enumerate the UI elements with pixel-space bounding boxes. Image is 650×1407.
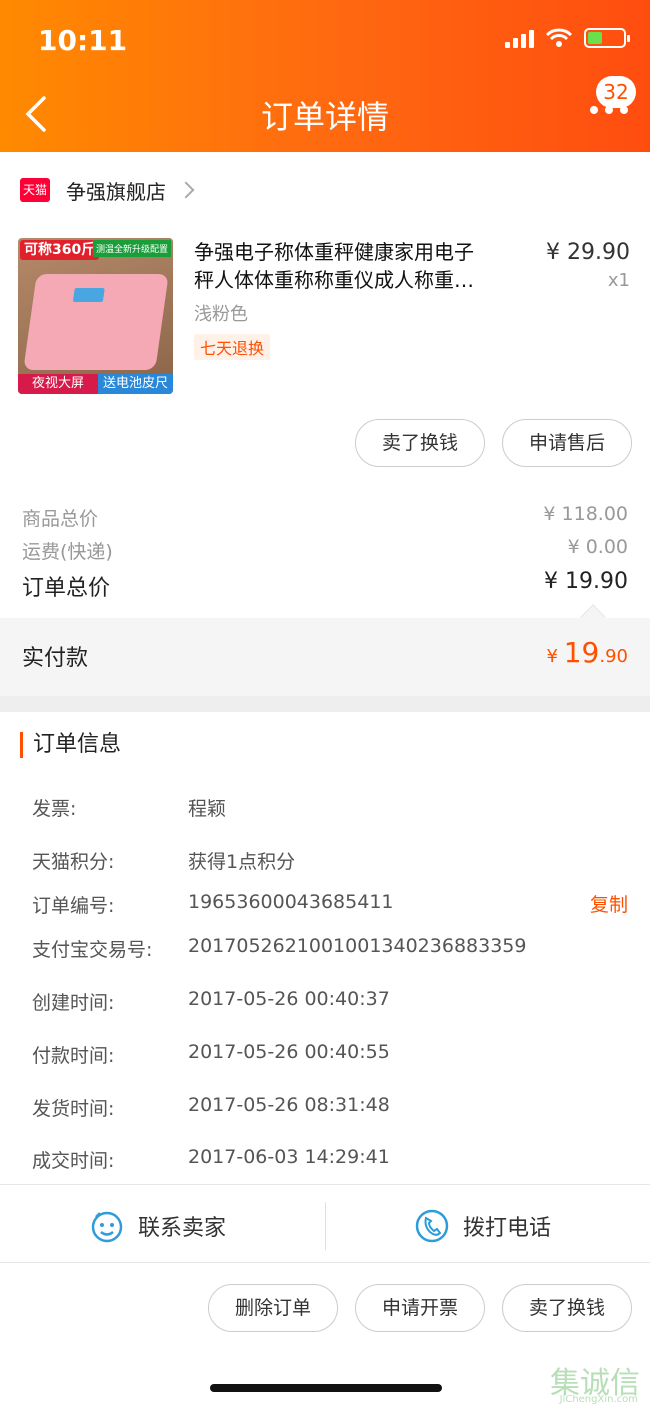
call-phone-label: 拨打电话 xyxy=(463,1216,552,1241)
tmall-logo-icon: 天猫 xyxy=(20,178,50,202)
paid-value: ¥ 19.90 xyxy=(547,636,628,669)
product-quantity: x1 xyxy=(607,270,630,291)
status-time: 10:11 xyxy=(38,24,128,57)
image-tag-gift: 送电池皮尺 xyxy=(98,374,173,394)
product-title-line1: 争强电子称体重秤健康家用电子 xyxy=(194,240,474,264)
product-image[interactable]: 可称360斤 测温全新升级配置 夜视大屏 送电池皮尺 xyxy=(18,238,173,394)
image-tag-upgrade: 测温全新升级配置 xyxy=(92,240,171,257)
paid-integer: 19 xyxy=(563,636,600,669)
message-count-badge: 32 xyxy=(596,76,636,108)
info-value-alipay-no: 2017052621001001340236883359 xyxy=(188,935,527,957)
product-price: ¥ 29.90 xyxy=(546,240,630,265)
sell-for-cash-button[interactable]: 卖了换钱 xyxy=(355,419,485,467)
info-label-alipay-no: 支付宝交易号: xyxy=(32,939,153,961)
battery-icon xyxy=(584,28,630,48)
goods-total-label: 商品总价 xyxy=(22,508,99,530)
header-bar: 10:11 订单详情 32 xyxy=(0,0,650,152)
delete-order-button[interactable]: 删除订单 xyxy=(208,1284,338,1332)
info-label-order-no: 订单编号: xyxy=(32,895,115,917)
signal-icon xyxy=(505,28,534,48)
order-info-heading: 订单信息 xyxy=(20,732,121,758)
info-label-shipped-time: 发货时间: xyxy=(32,1098,115,1120)
info-label-invoice: 发票: xyxy=(32,798,77,820)
shipping-label: 运费(快递) xyxy=(22,541,113,563)
order-total-label: 订单总价 xyxy=(22,576,111,601)
info-value-order-no: 19653600043685411 xyxy=(188,891,394,913)
chat-face-icon xyxy=(91,1211,123,1243)
info-value-paid-time: 2017-05-26 00:40:55 xyxy=(188,1041,390,1063)
contact-bottom-divider xyxy=(0,1262,650,1263)
wifi-icon xyxy=(546,28,572,47)
info-value-closed-time: 2017-06-03 14:29:41 xyxy=(188,1146,390,1168)
product-variant: 浅粉色 xyxy=(194,304,248,325)
scale-illustration xyxy=(23,274,169,370)
paid-amount-box: 实付款 ¥ 19.90 xyxy=(0,604,650,696)
contact-seller-button[interactable]: 联系卖家 xyxy=(90,1200,226,1252)
info-value-points: 获得1点积分 xyxy=(188,851,296,873)
info-label-points: 天猫积分: xyxy=(32,851,115,873)
home-indicator[interactable] xyxy=(210,1384,442,1392)
more-menu-button[interactable] xyxy=(590,106,628,114)
shipping-value: ¥ 0.00 xyxy=(567,536,628,558)
info-value-created: 2017-05-26 00:40:37 xyxy=(188,988,390,1010)
status-icons xyxy=(505,28,630,48)
call-phone-button[interactable]: 拨打电话 xyxy=(415,1200,551,1252)
after-sale-button[interactable]: 申请售后 xyxy=(502,419,632,467)
info-label-paid-time: 付款时间: xyxy=(32,1045,115,1067)
request-invoice-button[interactable]: 申请开票 xyxy=(355,1284,485,1332)
page-title: 订单详情 xyxy=(260,98,389,136)
product-title[interactable]: 争强电子称体重秤健康家用电子 秤人体体重称称重仪成人称重… xyxy=(194,238,524,294)
info-value-invoice: 程颖 xyxy=(188,798,227,820)
order-total-value: ¥ 19.90 xyxy=(544,569,628,594)
info-value-shipped-time: 2017-05-26 08:31:48 xyxy=(188,1094,390,1116)
copy-order-number-button[interactable]: 复制 xyxy=(590,890,628,917)
return-policy-tag: 七天退换 xyxy=(194,334,271,360)
store-name: 争强旗舰店 xyxy=(66,179,166,204)
store-row[interactable]: 天猫 争强旗舰店 xyxy=(0,152,650,228)
image-tag-display: 夜视大屏 xyxy=(18,374,98,394)
paid-decimal: .90 xyxy=(599,646,628,667)
contact-seller-label: 联系卖家 xyxy=(138,1216,227,1241)
goods-total-value: ¥ 118.00 xyxy=(543,503,628,525)
paid-currency: ¥ xyxy=(546,646,564,667)
info-label-created: 创建时间: xyxy=(32,992,115,1014)
product-title-line2: 秤人体体重称称重仪成人称重… xyxy=(194,268,474,292)
watermark-url: JiChengXin.com xyxy=(559,1394,638,1405)
contact-divider xyxy=(325,1202,326,1250)
phone-icon xyxy=(415,1209,449,1243)
image-tag-capacity: 可称360斤 xyxy=(20,240,100,260)
info-label-closed-time: 成交时间: xyxy=(32,1150,115,1172)
section-divider xyxy=(0,696,650,712)
chevron-right-icon xyxy=(177,181,195,199)
sell-for-cash-bottom-button[interactable]: 卖了换钱 xyxy=(502,1284,632,1332)
contact-top-divider xyxy=(0,1184,650,1185)
paid-label: 实付款 xyxy=(22,646,89,671)
